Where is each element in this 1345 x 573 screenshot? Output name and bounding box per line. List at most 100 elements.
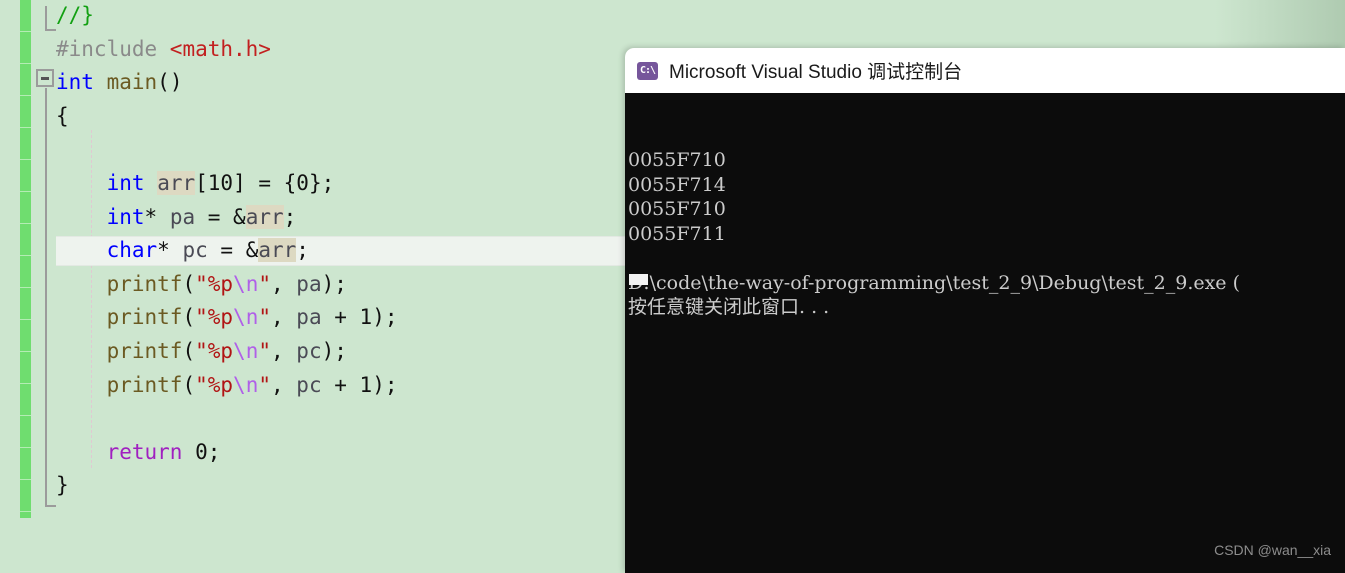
code-token: ); — [321, 339, 347, 363]
code-token: "%p — [195, 372, 234, 397]
code-token: [ — [195, 171, 208, 195]
code-token: = & — [207, 238, 259, 263]
code-token: ( — [182, 271, 196, 296]
code-token: pc — [296, 372, 322, 397]
code-token: ); — [321, 271, 347, 296]
code-token: () — [157, 70, 183, 95]
change-bar — [20, 0, 31, 518]
code-line: #include <math.h> — [56, 33, 271, 67]
code-token: ; — [283, 204, 297, 229]
code-line: char* pc = &arr; — [107, 234, 309, 268]
code-line: int main() — [56, 66, 182, 100]
code-token: "%p — [195, 271, 234, 296]
code-token: * — [157, 238, 183, 263]
code-line: printf("%p\n", pc); — [107, 335, 347, 369]
code-token: "%p — [195, 339, 234, 363]
code-token: { — [56, 103, 69, 128]
structure-guide-foot — [45, 498, 56, 507]
indent-guide — [91, 130, 92, 468]
cmd-console-icon: C:\ — [637, 61, 658, 80]
code-token: pc — [182, 238, 208, 263]
code-token: " — [258, 339, 271, 363]
code-token: pa — [296, 305, 322, 330]
code-token: #include — [56, 36, 170, 61]
code-token: " — [258, 305, 271, 330]
code-token: 0 — [195, 439, 208, 464]
console-output-line: 0055F710 — [628, 149, 726, 171]
code-token: = & — [195, 204, 246, 229]
code-token: int — [106, 171, 145, 195]
code-line: return 0; — [107, 436, 221, 470]
code-token: 1 — [359, 372, 373, 397]
code-token: \n — [233, 339, 259, 363]
code-token: return — [106, 439, 183, 464]
console-output-line: 0055F714 — [628, 173, 726, 196]
code-token: , — [271, 339, 297, 363]
code-token: , — [271, 305, 297, 330]
code-token: + — [321, 372, 360, 397]
debug-console-window[interactable]: C:\ Microsoft Visual Studio 调试控制台 0055F7… — [625, 48, 1345, 573]
code-token: \n — [233, 271, 259, 296]
code-token: ); — [372, 305, 398, 330]
code-token: pa — [169, 204, 196, 229]
console-output-line: D:\code\the-way-of-programming\test_2_9\… — [628, 271, 1241, 294]
code-token: + — [321, 305, 360, 330]
structure-guide-foot-top — [45, 22, 56, 31]
identifier-reference-highlight: arr — [157, 171, 196, 195]
code-line: } — [56, 469, 69, 503]
console-output-line: 0055F710 — [628, 198, 726, 220]
code-token: ; — [296, 238, 309, 263]
console-text-cursor — [629, 274, 648, 285]
structure-guide-line — [45, 88, 47, 505]
code-token: ( — [182, 305, 196, 330]
code-token: ( — [182, 339, 196, 363]
code-token: int — [106, 204, 145, 229]
collapse-outline-toggle[interactable] — [36, 69, 54, 87]
code-token: main — [106, 70, 158, 95]
code-line: printf("%p\n", pc + 1); — [107, 369, 398, 403]
code-token: "%p — [195, 305, 234, 330]
code-token: 1 — [359, 305, 373, 330]
code-token: printf — [106, 271, 183, 296]
console-output-line: 0055F711 — [628, 222, 726, 245]
code-token: 0 — [296, 171, 309, 195]
code-token: ); — [372, 372, 398, 397]
code-line: printf("%p\n", pa + 1); — [107, 301, 398, 335]
code-token: pa — [296, 271, 322, 296]
code-line: //} — [56, 0, 94, 33]
identifier-reference-highlight: arr — [245, 204, 284, 229]
code-token: , — [271, 271, 297, 296]
code-token: printf — [106, 305, 183, 330]
code-token: int — [56, 70, 94, 95]
console-title-bar[interactable]: C:\ Microsoft Visual Studio 调试控制台 — [625, 48, 1345, 93]
code-token: <math.h> — [169, 36, 271, 61]
code-token: ; — [207, 439, 221, 464]
code-token: " — [258, 271, 271, 296]
code-token: 10 — [207, 171, 234, 195]
code-token: \n — [233, 305, 259, 330]
code-token: ] = { — [233, 171, 297, 195]
code-token: printf — [106, 339, 183, 363]
code-token: * — [144, 204, 170, 229]
code-line: int arr[10] = {0}; — [106, 167, 335, 201]
code-line: int* pa = &arr; — [106, 201, 297, 235]
code-line: { — [56, 100, 69, 134]
code-token: char — [106, 238, 158, 263]
code-token: " — [258, 372, 271, 397]
code-token: pc — [296, 339, 322, 363]
code-token: } — [56, 473, 69, 498]
console-output-line: 按任意键关闭此窗口. . . — [628, 296, 830, 318]
code-token: }; — [308, 171, 335, 195]
console-output-area[interactable]: 0055F710 0055F714 0055F710 0055F711 D:\code\… — [625, 93, 1345, 573]
code-line: printf("%p\n", pa); — [107, 268, 347, 302]
code-token: ( — [182, 372, 196, 397]
identifier-reference-highlight: arr — [258, 238, 297, 263]
code-token: //} — [56, 3, 94, 27]
code-token: , — [271, 372, 297, 397]
console-window-title: Microsoft Visual Studio 调试控制台 — [669, 62, 963, 83]
code-token: \n — [233, 372, 259, 397]
